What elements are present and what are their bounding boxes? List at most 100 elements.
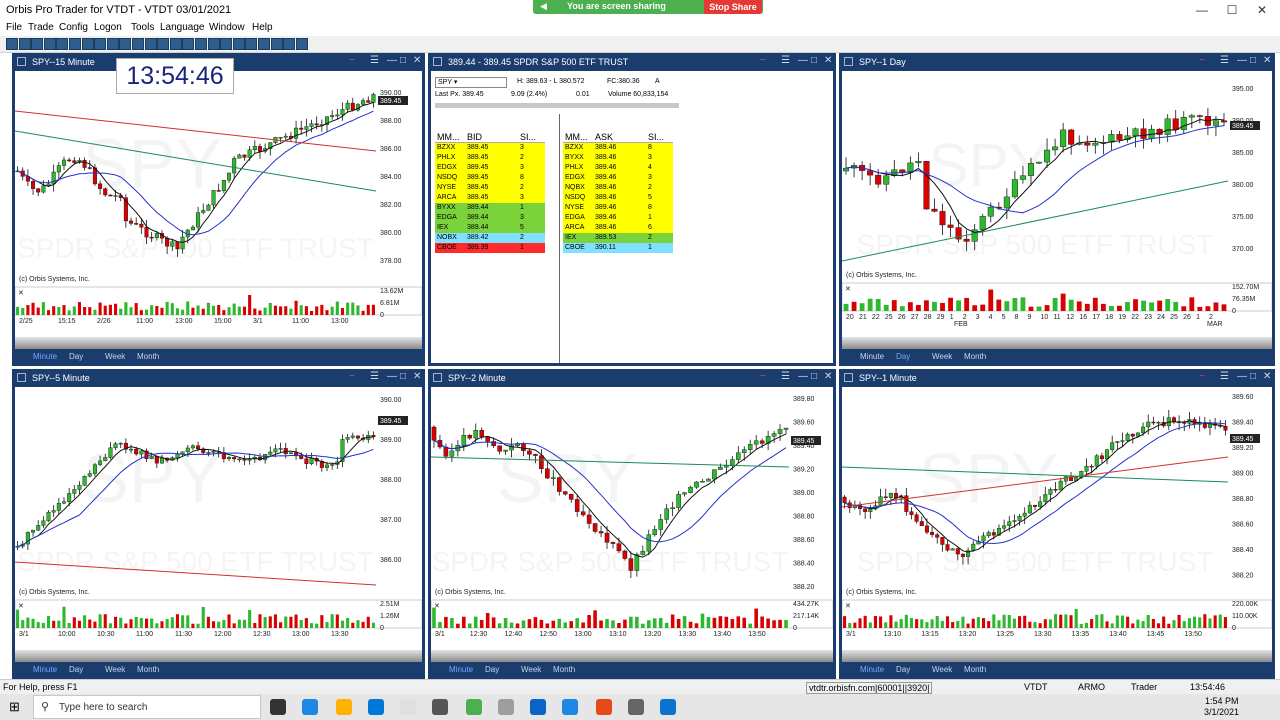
tab-week[interactable]: Week <box>105 665 125 674</box>
menu-config[interactable]: Config <box>59 22 88 33</box>
toolbar-button-icon[interactable] <box>245 38 258 50</box>
book-row[interactable]: BYXX 389.46 3 <box>563 152 673 163</box>
menu-icon[interactable]: ☰ <box>1220 55 1229 66</box>
book-row[interactable]: NQBX 389.46 2 <box>563 182 673 193</box>
book-row[interactable]: CBOE 389.39 1 <box>435 242 545 253</box>
panel-maximize-icon[interactable]: □ <box>1250 371 1256 382</box>
menu-help[interactable]: Help <box>252 22 273 33</box>
panel-maximize-icon[interactable]: □ <box>1250 55 1256 66</box>
panel-close-icon[interactable]: ✕ <box>1263 55 1271 66</box>
panel-maximize-icon[interactable]: □ <box>811 55 817 66</box>
tab-day[interactable]: Day <box>896 665 910 674</box>
panel-maximize-icon[interactable]: □ <box>400 371 406 382</box>
tab-week[interactable]: Week <box>932 352 952 361</box>
menu-tools[interactable]: Tools <box>131 22 154 33</box>
minimize-icon[interactable]: − <box>760 55 766 66</box>
minimize-icon[interactable]: − <box>760 371 766 382</box>
toolbar-button-icon[interactable] <box>69 38 81 50</box>
book-row[interactable]: IEX 389.53 2 <box>563 232 673 243</box>
taskbar-app-icon[interactable] <box>466 699 482 715</box>
menu-logon[interactable]: Logon <box>94 22 122 33</box>
book-row[interactable]: NOBX 389.42 2 <box>435 232 545 243</box>
toolbar-button-icon[interactable] <box>195 38 207 50</box>
chart-area[interactable]: SPY SPDR S&P 500 ETF TRUST 390.00 389.00 388… <box>15 387 422 676</box>
toolbar-button-icon[interactable] <box>270 38 283 50</box>
book-row[interactable]: NSDQ 389.45 8 <box>435 172 545 183</box>
chart-scrollbar[interactable] <box>842 650 1272 662</box>
book-row[interactable]: ARCA 389.46 6 <box>563 222 673 233</box>
panel-minimize-icon[interactable]: — <box>1237 371 1247 382</box>
tab-week[interactable]: Week <box>932 665 952 674</box>
toolbar-button-icon[interactable] <box>43 38 56 50</box>
book-row[interactable]: EDGX 389.46 3 <box>563 172 673 183</box>
symbol-select[interactable]: SPY ▾ <box>435 77 507 88</box>
tab-minute[interactable]: Minute <box>33 352 57 361</box>
panel-close-icon[interactable]: ✕ <box>824 371 832 382</box>
book-row[interactable]: EDGX 389.45 3 <box>435 162 545 173</box>
panel-minimize-icon[interactable]: — <box>798 55 808 66</box>
toolbar-button-icon[interactable] <box>18 38 31 50</box>
panel-close-icon[interactable]: ✕ <box>1263 371 1271 382</box>
toolbar-button-icon[interactable] <box>132 38 144 50</box>
toolbar-button-icon[interactable] <box>94 38 107 50</box>
panel-minimize-icon[interactable]: — <box>798 371 808 382</box>
tab-month[interactable]: Month <box>964 352 986 361</box>
toolbar-button-icon[interactable] <box>207 38 220 50</box>
taskbar-app-icon[interactable] <box>336 699 352 715</box>
tab-minute[interactable]: Minute <box>860 352 884 361</box>
taskbar-app-icon[interactable] <box>498 699 514 715</box>
panel-maximize-icon[interactable]: □ <box>400 55 406 66</box>
tab-minute[interactable]: Minute <box>33 665 57 674</box>
taskbar-app-icon[interactable] <box>530 699 546 715</box>
toolbar-button-icon[interactable] <box>144 38 157 50</box>
taskbar-search[interactable]: ⚲ Type here to search <box>33 695 261 719</box>
panel-minimize-icon[interactable]: — <box>1237 55 1247 66</box>
chart-scrollbar[interactable] <box>431 650 833 662</box>
menu-icon[interactable]: ☰ <box>1220 371 1229 382</box>
column-header[interactable]: ASK <box>593 132 646 143</box>
toolbar-button-icon[interactable] <box>283 38 296 50</box>
chart-svg[interactable]: SPY SPDR S&P 500 ETF TRUST 389.60 389.40 389… <box>842 387 1272 676</box>
book-row[interactable]: IEX 389.44 5 <box>435 222 545 233</box>
book-row[interactable]: CBOE 390.11 1 <box>563 242 673 253</box>
menu-icon[interactable]: ☰ <box>370 371 379 382</box>
menu-icon[interactable]: ☰ <box>370 55 379 66</box>
chart-scrollbar[interactable] <box>15 650 422 662</box>
taskbar-app-icon[interactable] <box>368 699 384 715</box>
chart-area[interactable]: SPYSPDR S&P 500 ETF TRUST395.00390.00385… <box>842 71 1272 363</box>
panel-close-icon[interactable]: ✕ <box>824 55 832 66</box>
minimize-icon[interactable]: − <box>1199 371 1205 382</box>
tab-day[interactable]: Day <box>69 665 83 674</box>
column-header[interactable]: MM... <box>435 132 465 143</box>
column-header[interactable]: SI... <box>646 132 673 143</box>
chart-svg[interactable]: SPY SPDR S&P 500 ETF TRUST 390.00 388.00 386… <box>15 71 422 363</box>
taskbar-app-icon[interactable] <box>660 699 676 715</box>
toolbar-button-icon[interactable] <box>258 38 270 50</box>
taskbar-app-icon[interactable] <box>400 699 416 715</box>
tab-week[interactable]: Week <box>521 665 541 674</box>
menu-window[interactable]: Window <box>209 22 245 33</box>
toolbar-button-icon[interactable] <box>106 38 119 50</box>
tab-minute[interactable]: Minute <box>449 665 473 674</box>
minimize-icon[interactable]: — <box>1188 2 1216 18</box>
tab-month[interactable]: Month <box>964 665 986 674</box>
toolbar-button-icon[interactable] <box>31 38 44 50</box>
menu-file[interactable]: File <box>6 22 22 33</box>
panel-maximize-icon[interactable]: □ <box>811 371 817 382</box>
toolbar-button-icon[interactable] <box>182 38 195 50</box>
stop-share-button[interactable]: Stop Share <box>704 0 762 14</box>
menu-trade[interactable]: Trade <box>28 22 54 33</box>
menu-icon[interactable]: ☰ <box>781 371 790 382</box>
book-row[interactable]: EDGA 389.46 1 <box>563 212 673 223</box>
taskbar-app-icon[interactable] <box>432 699 448 715</box>
chart-area[interactable]: SPY SPDR S&P 500 ETF TRUST 389.80 389.60 389… <box>431 387 833 676</box>
close-icon[interactable]: ✕ <box>1248 2 1276 18</box>
tab-day[interactable]: Day <box>896 352 910 361</box>
panel-minimize-icon[interactable]: — <box>387 55 397 66</box>
tab-day[interactable]: Day <box>485 665 499 674</box>
column-header[interactable]: SI... <box>518 132 545 143</box>
column-header[interactable]: MM... <box>563 132 593 143</box>
toolbar-button-icon[interactable] <box>56 38 69 50</box>
book-row[interactable]: BZXX 389.45 3 <box>435 142 545 153</box>
minimize-icon[interactable]: − <box>349 371 355 382</box>
